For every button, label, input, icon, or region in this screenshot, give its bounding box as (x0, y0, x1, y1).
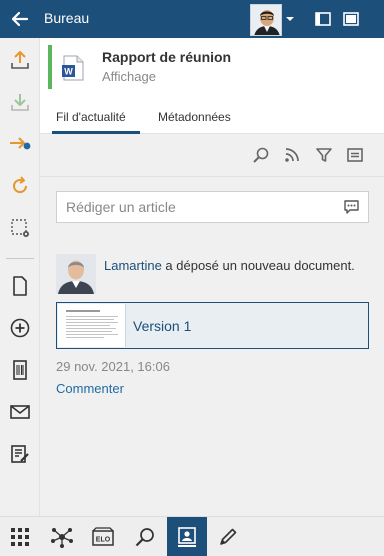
chat-bubble-icon[interactable] (343, 199, 360, 215)
list-view-icon[interactable] (346, 146, 364, 164)
top-bar: Bureau (0, 0, 384, 38)
window-maximize-icon[interactable] (342, 10, 360, 28)
user-card-icon (178, 527, 196, 547)
post-message: Lamartine a déposé un nouveau document. (104, 256, 374, 276)
post-timestamp: 29 nov. 2021, 16:06 (56, 359, 170, 374)
back-arrow-icon[interactable] (8, 7, 32, 31)
checkin-icon (10, 137, 31, 150)
refresh-button[interactable] (6, 172, 34, 200)
download-icon (11, 94, 29, 111)
toolbar-divider (40, 176, 384, 177)
pen-icon (220, 528, 237, 545)
upload-button[interactable] (6, 46, 34, 74)
document-header: W Rapport de réunion Affichage (48, 45, 378, 89)
post-action-text: a déposé un nouveau document. (161, 258, 355, 273)
apps-grid-icon (11, 528, 29, 546)
network-icon (51, 528, 73, 548)
svg-text:ELO: ELO (96, 537, 111, 544)
mail-button[interactable] (6, 398, 34, 426)
word-icon: W (62, 55, 84, 81)
window-restore-icon[interactable] (314, 10, 332, 28)
window-title: Bureau (44, 10, 90, 26)
post-author-link[interactable]: Lamartine (104, 258, 162, 273)
download-button[interactable] (6, 88, 34, 116)
edit-list-button[interactable] (6, 440, 34, 468)
action-sidebar (0, 38, 40, 516)
compose-box (56, 191, 369, 223)
compose-input[interactable] (57, 192, 337, 222)
version-card[interactable]: Version 1 (56, 302, 369, 349)
tab-metadata[interactable]: Métadonnées (158, 110, 231, 124)
document-name: Rapport de réunion (102, 49, 232, 65)
status-bar (48, 45, 52, 89)
search-button[interactable] (125, 517, 165, 556)
document-subtitle: Affichage (102, 69, 156, 84)
svg-text:W: W (64, 67, 73, 77)
tab-bar: Fil d'actualité Métadonnées (40, 96, 384, 134)
tab-activity-feed[interactable]: Fil d'actualité (56, 110, 126, 124)
user-card-button[interactable] (167, 517, 207, 556)
select-settings-button[interactable] (6, 214, 34, 242)
search-icon (135, 528, 154, 547)
search-icon[interactable] (252, 146, 270, 164)
comment-link[interactable]: Commenter (56, 381, 124, 396)
bottom-navigation: ELO (0, 516, 384, 556)
mail-icon (10, 405, 30, 419)
elo-icon: ELO (92, 527, 114, 546)
feed-panel: Lamartine a déposé un nouveau document. … (40, 134, 384, 516)
version-label: Version 1 (133, 318, 192, 334)
rss-icon[interactable] (283, 146, 301, 164)
pen-button[interactable] (208, 517, 248, 556)
sidebar-separator (6, 258, 34, 259)
network-button[interactable] (42, 517, 82, 556)
select-settings-icon (11, 219, 29, 237)
document-thumbnail (58, 304, 126, 347)
barcode-icon (13, 360, 27, 380)
add-circle-icon (10, 318, 30, 338)
add-button[interactable] (6, 314, 34, 342)
barcode-button[interactable] (6, 356, 34, 384)
edit-list-icon (11, 445, 29, 463)
apps-button[interactable] (0, 517, 40, 556)
caret-down-icon[interactable] (285, 14, 295, 24)
new-document-icon (13, 276, 27, 296)
upload-icon (11, 51, 29, 69)
checkin-button[interactable] (6, 130, 34, 158)
refresh-icon (13, 176, 28, 194)
new-document-button[interactable] (6, 272, 34, 300)
user-avatar[interactable] (250, 4, 282, 36)
elo-button[interactable]: ELO (83, 517, 123, 556)
filter-icon[interactable] (315, 146, 333, 164)
author-avatar[interactable] (56, 254, 96, 294)
